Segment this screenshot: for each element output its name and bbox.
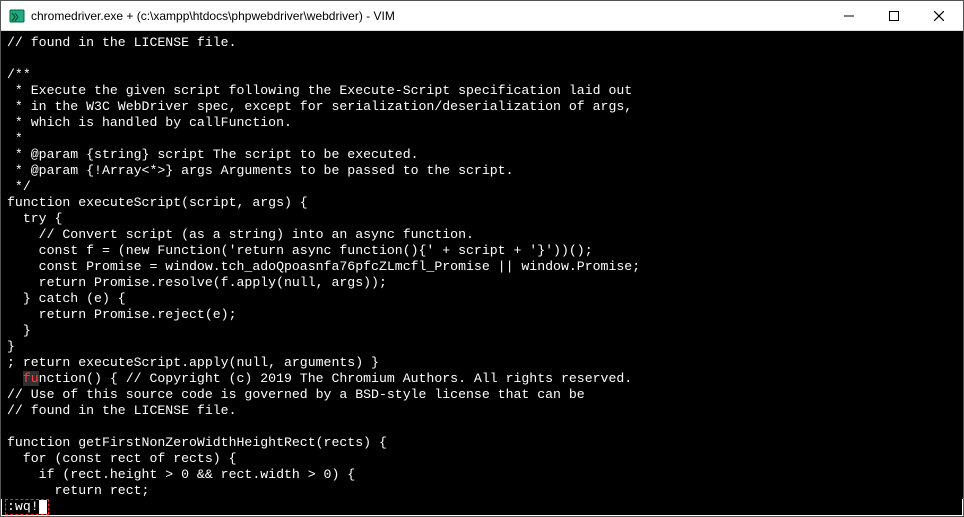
close-button[interactable] (916, 1, 961, 30)
code-line: function getFirstNonZeroWidthHeightRect(… (7, 435, 957, 451)
maximize-icon (889, 11, 899, 21)
command-text: :wq! (7, 498, 39, 515)
code-line: try { (7, 211, 957, 227)
app-icon (9, 8, 25, 24)
window-controls (826, 1, 961, 30)
minimize-button[interactable] (826, 1, 871, 30)
code-line: const f = (new Function('return async fu… (7, 243, 957, 259)
code-line: * Execute the given script following the… (7, 83, 957, 99)
code-line: * which is handled by callFunction. (7, 115, 957, 131)
highlighted-token: fu (23, 371, 39, 386)
code-line: /** (7, 67, 957, 83)
code-line: ; return executeScript.apply(null, argum… (7, 355, 957, 371)
window-titlebar: chromedriver.exe + (c:\xampp\htdocs\phpw… (1, 1, 963, 31)
maximize-button[interactable] (871, 1, 916, 30)
code-line: const Promise = window.tch_adoQpoasnfa76… (7, 259, 957, 275)
minimize-icon (844, 11, 854, 21)
code-line: } (7, 339, 957, 355)
code-line (7, 51, 957, 67)
code-line: // found in the LICENSE file. (7, 35, 957, 51)
editor-area[interactable]: // found in the LICENSE file. /** * Exec… (1, 31, 963, 499)
code-line: return Promise.reject(e); (7, 307, 957, 323)
cursor-block (39, 500, 47, 514)
code-line: * in the W3C WebDriver spec, except for … (7, 99, 957, 115)
close-icon (934, 11, 944, 21)
code-line: function executeScript(script, args) { (7, 195, 957, 211)
code-line: return rect; (7, 483, 957, 499)
code-line: } catch (e) { (7, 291, 957, 307)
code-line (7, 419, 957, 435)
command-highlight: :wq! (5, 499, 49, 515)
code-line: * (7, 131, 957, 147)
code-line: if (rect.height > 0 && rect.width > 0) { (7, 467, 957, 483)
code-line: // Use of this source code is governed b… (7, 387, 957, 403)
code-line: return Promise.resolve(f.apply(null, arg… (7, 275, 957, 291)
code-line: * @param {string} script The script to b… (7, 147, 957, 163)
code-line: for (const rect of rects) { (7, 451, 957, 467)
vim-command-line[interactable]: :wq! (2, 498, 962, 515)
code-line: * @param {!Array<*>} args Arguments to b… (7, 163, 957, 179)
window-title: chromedriver.exe + (c:\xampp\htdocs\phpw… (31, 9, 826, 23)
code-line: } (7, 323, 957, 339)
code-line: // found in the LICENSE file. (7, 403, 957, 419)
code-line: */ (7, 179, 957, 195)
code-line: function() { // Copyright (c) 2019 The C… (7, 371, 957, 387)
code-line: // Convert script (as a string) into an … (7, 227, 957, 243)
